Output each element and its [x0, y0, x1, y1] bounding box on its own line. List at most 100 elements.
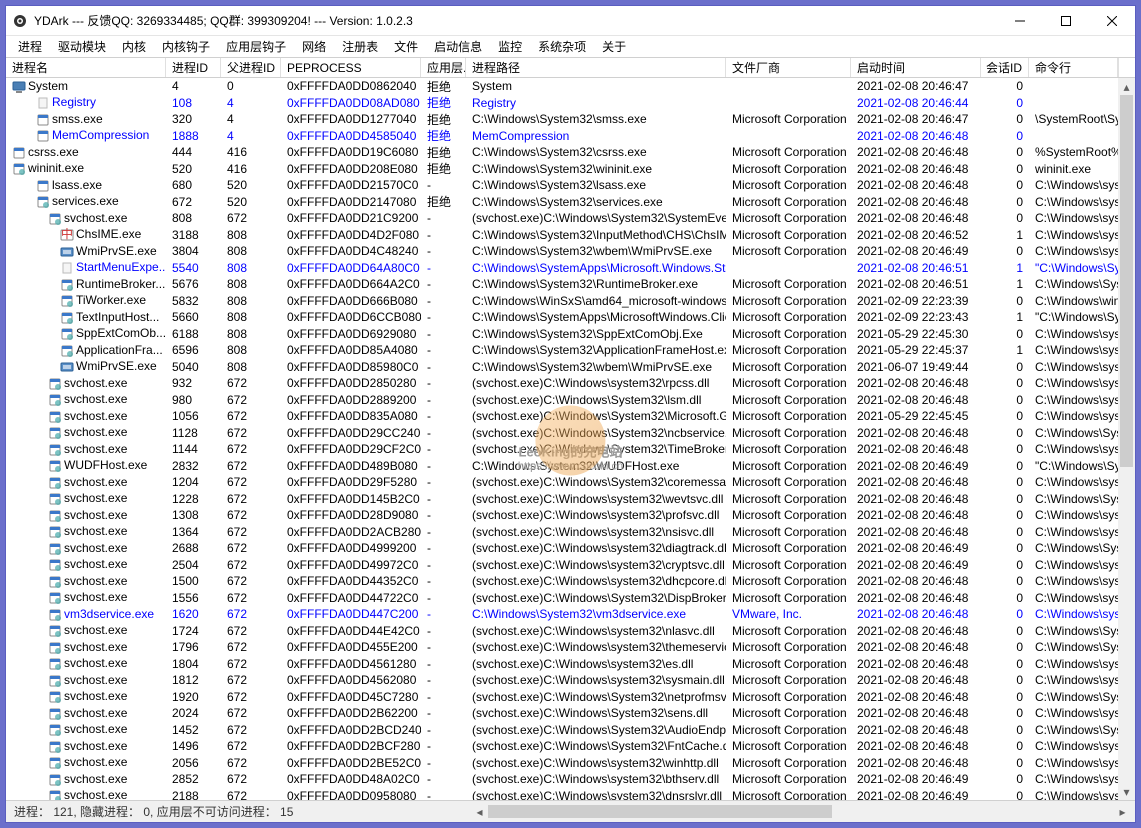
- col-path[interactable]: 进程路径: [466, 58, 726, 77]
- table-row[interactable]: svchost.exe12286720xFFFFDA0DD145B2C0-(sv…: [6, 491, 1118, 508]
- cell-pid: 1620: [166, 607, 221, 621]
- table-row[interactable]: svchost.exe9326720xFFFFDA0DD2850280-(svc…: [6, 375, 1118, 392]
- col-sid[interactable]: 会话ID: [981, 58, 1029, 77]
- col-time[interactable]: 启动时间: [851, 58, 981, 77]
- menu-misc[interactable]: 系统杂项: [530, 36, 594, 57]
- scroll-thumb[interactable]: [1120, 95, 1133, 467]
- cell-sid: 0: [981, 79, 1029, 93]
- cell-pe: 0xFFFFDA0DD4561280: [281, 657, 421, 671]
- table-row[interactable]: RuntimeBroker...56768080xFFFFDA0DD664A2C…: [6, 276, 1118, 293]
- scroll-down-button[interactable]: ▾: [1118, 783, 1135, 800]
- col-applayer[interactable]: 应用层...: [421, 58, 466, 77]
- table-row[interactable]: svchost.exe26886720xFFFFDA0DD4999200-(sv…: [6, 540, 1118, 557]
- cell-sid: 0: [981, 112, 1029, 126]
- cell-al: -: [421, 574, 466, 588]
- cell-vendor: Microsoft Corporation: [726, 393, 851, 407]
- table-row[interactable]: svchost.exe17966720xFFFFDA0DD455E200-(sv…: [6, 639, 1118, 656]
- table-row[interactable]: MemCompression188840xFFFFDA0DD4585040拒绝M…: [6, 128, 1118, 145]
- table-row[interactable]: System400xFFFFDA0DD0862040拒绝System2021-0…: [6, 78, 1118, 95]
- table-row[interactable]: 中ChsIME.exe31888080xFFFFDA0DD4D2F080-C:\…: [6, 227, 1118, 244]
- vertical-scrollbar[interactable]: ▴ ▾: [1118, 78, 1135, 800]
- cell-time: 2021-02-08 20:46:48: [851, 673, 981, 687]
- menu-monitor[interactable]: 监控: [490, 36, 530, 57]
- cell-vendor: Microsoft Corporation: [726, 459, 851, 473]
- table-row[interactable]: StartMenuExpe...55408080xFFFFDA0DD64A80C…: [6, 260, 1118, 277]
- cell-time: 2021-05-29 22:45:30: [851, 327, 981, 341]
- table-row[interactable]: services.exe6725200xFFFFDA0DD2147080拒绝C:…: [6, 194, 1118, 211]
- close-button[interactable]: [1089, 6, 1135, 36]
- table-row[interactable]: svchost.exe14526720xFFFFDA0DD2BCD240-(sv…: [6, 722, 1118, 739]
- cell-ppid: 672: [221, 706, 281, 720]
- menu-kernel[interactable]: 内核: [114, 36, 154, 57]
- menu-driver[interactable]: 驱动模块: [50, 36, 114, 57]
- table-row[interactable]: svchost.exe15566720xFFFFDA0DD44722C0-(sv…: [6, 590, 1118, 607]
- table-row[interactable]: csrss.exe4444160xFFFFDA0DD19C6080拒绝C:\Wi…: [6, 144, 1118, 161]
- table-row[interactable]: svchost.exe11446720xFFFFDA0DD29CF2C0-(sv…: [6, 441, 1118, 458]
- table-row[interactable]: svchost.exe12046720xFFFFDA0DD29F5280-(sv…: [6, 474, 1118, 491]
- col-peprocess[interactable]: PEPROCESS: [281, 58, 421, 77]
- table-row[interactable]: svchost.exe21886720xFFFFDA0DD0958080-(sv…: [6, 788, 1118, 801]
- table-row[interactable]: svchost.exe25046720xFFFFDA0DD49972C0-(sv…: [6, 557, 1118, 574]
- menu-network[interactable]: 网络: [294, 36, 334, 57]
- table-row[interactable]: svchost.exe28526720xFFFFDA0DD48A02C0-(sv…: [6, 771, 1118, 788]
- table-row[interactable]: svchost.exe8086720xFFFFDA0DD21C9200-(svc…: [6, 210, 1118, 227]
- table-row[interactable]: wininit.exe5204160xFFFFDA0DD208E080拒绝C:\…: [6, 161, 1118, 178]
- table-row[interactable]: vm3dservice.exe16206720xFFFFDA0DD447C200…: [6, 606, 1118, 623]
- table-row[interactable]: svchost.exe20566720xFFFFDA0DD2BE52C0-(sv…: [6, 755, 1118, 772]
- cell-time: 2021-02-08 20:46:48: [851, 492, 981, 506]
- table-row[interactable]: svchost.exe13086720xFFFFDA0DD28D9080-(sv…: [6, 507, 1118, 524]
- titlebar[interactable]: YDArk --- 反馈QQ: 3269334485; QQ群: 3993092…: [6, 6, 1135, 36]
- cell-vendor: Microsoft Corporation: [726, 228, 851, 242]
- menu-registry[interactable]: 注册表: [334, 36, 386, 57]
- table-row[interactable]: WUDFHost.exe28326720xFFFFDA0DD489B080-C:…: [6, 458, 1118, 475]
- col-vendor[interactable]: 文件厂商: [726, 58, 851, 77]
- table-row[interactable]: SppExtComOb...61888080xFFFFDA0DD6929080-…: [6, 326, 1118, 343]
- col-ppid[interactable]: 父进程ID: [221, 58, 281, 77]
- hscroll-right-button[interactable]: ▸: [1114, 803, 1131, 820]
- table-row[interactable]: smss.exe32040xFFFFDA0DD1277040拒绝C:\Windo…: [6, 111, 1118, 128]
- table-row[interactable]: svchost.exe13646720xFFFFDA0DD2ACB280-(sv…: [6, 524, 1118, 541]
- table-row[interactable]: svchost.exe18126720xFFFFDA0DD4562080-(sv…: [6, 672, 1118, 689]
- table-row[interactable]: svchost.exe14966720xFFFFDA0DD2BCF280-(sv…: [6, 738, 1118, 755]
- table-row[interactable]: TextInputHost...56608080xFFFFDA0DD6CCB08…: [6, 309, 1118, 326]
- cell-name: svchost.exe: [6, 211, 166, 226]
- menu-kernel-hook[interactable]: 内核钩子: [154, 36, 218, 57]
- cell-ppid: 672: [221, 723, 281, 737]
- table-row[interactable]: svchost.exe17246720xFFFFDA0DD44E42C0-(sv…: [6, 623, 1118, 640]
- hscroll-thumb[interactable]: [488, 805, 832, 818]
- table-row[interactable]: TiWorker.exe58328080xFFFFDA0DD666B080-C:…: [6, 293, 1118, 310]
- table-row[interactable]: svchost.exe10566720xFFFFDA0DD835A080-(sv…: [6, 408, 1118, 425]
- table-row[interactable]: svchost.exe15006720xFFFFDA0DD44352C0-(sv…: [6, 573, 1118, 590]
- rows-container[interactable]: System400xFFFFDA0DD0862040拒绝System2021-0…: [6, 78, 1118, 800]
- maximize-button[interactable]: [1043, 6, 1089, 36]
- table-row[interactable]: ApplicationFra...65968080xFFFFDA0DD85A40…: [6, 342, 1118, 359]
- table-row[interactable]: svchost.exe19206720xFFFFDA0DD45C7280-(sv…: [6, 689, 1118, 706]
- table-row[interactable]: svchost.exe9806720xFFFFDA0DD2889200-(svc…: [6, 392, 1118, 409]
- table-row[interactable]: svchost.exe11286720xFFFFDA0DD29CC240-(sv…: [6, 425, 1118, 442]
- col-cmd[interactable]: 命令行: [1029, 58, 1118, 77]
- hscroll-left-button[interactable]: ◂: [471, 803, 488, 820]
- table-row[interactable]: svchost.exe20246720xFFFFDA0DD2B62200-(sv…: [6, 705, 1118, 722]
- table-row[interactable]: lsass.exe6805200xFFFFDA0DD21570C0-C:\Win…: [6, 177, 1118, 194]
- scroll-track[interactable]: [1118, 95, 1135, 783]
- menu-file[interactable]: 文件: [386, 36, 426, 57]
- table-row[interactable]: WmiPrvSE.exe50408080xFFFFDA0DD85980C0-C:…: [6, 359, 1118, 376]
- horizontal-scrollbar[interactable]: ◂ ▸: [471, 803, 1131, 820]
- table-row[interactable]: Registry10840xFFFFDA0DD08AD080拒绝Registry…: [6, 95, 1118, 112]
- cell-name: System: [6, 79, 166, 94]
- hscroll-track[interactable]: [488, 803, 1114, 820]
- cell-pid: 680: [166, 178, 221, 192]
- menu-about[interactable]: 关于: [594, 36, 634, 57]
- col-pid[interactable]: 进程ID: [166, 58, 221, 77]
- cell-pe: 0xFFFFDA0DD4C48240: [281, 244, 421, 258]
- col-name[interactable]: 进程名: [6, 58, 166, 77]
- menu-app-hook[interactable]: 应用层钩子: [218, 36, 294, 57]
- table-row[interactable]: svchost.exe18046720xFFFFDA0DD4561280-(sv…: [6, 656, 1118, 673]
- minimize-button[interactable]: [997, 6, 1043, 36]
- menu-startup[interactable]: 启动信息: [426, 36, 490, 57]
- table-row[interactable]: WmiPrvSE.exe38048080xFFFFDA0DD4C48240-C:…: [6, 243, 1118, 260]
- cell-path: C:\Windows\System32\wbem\WmiPrvSE.exe: [466, 244, 726, 258]
- scroll-up-button[interactable]: ▴: [1118, 78, 1135, 95]
- menu-process[interactable]: 进程: [10, 36, 50, 57]
- cell-ppid: 672: [221, 772, 281, 786]
